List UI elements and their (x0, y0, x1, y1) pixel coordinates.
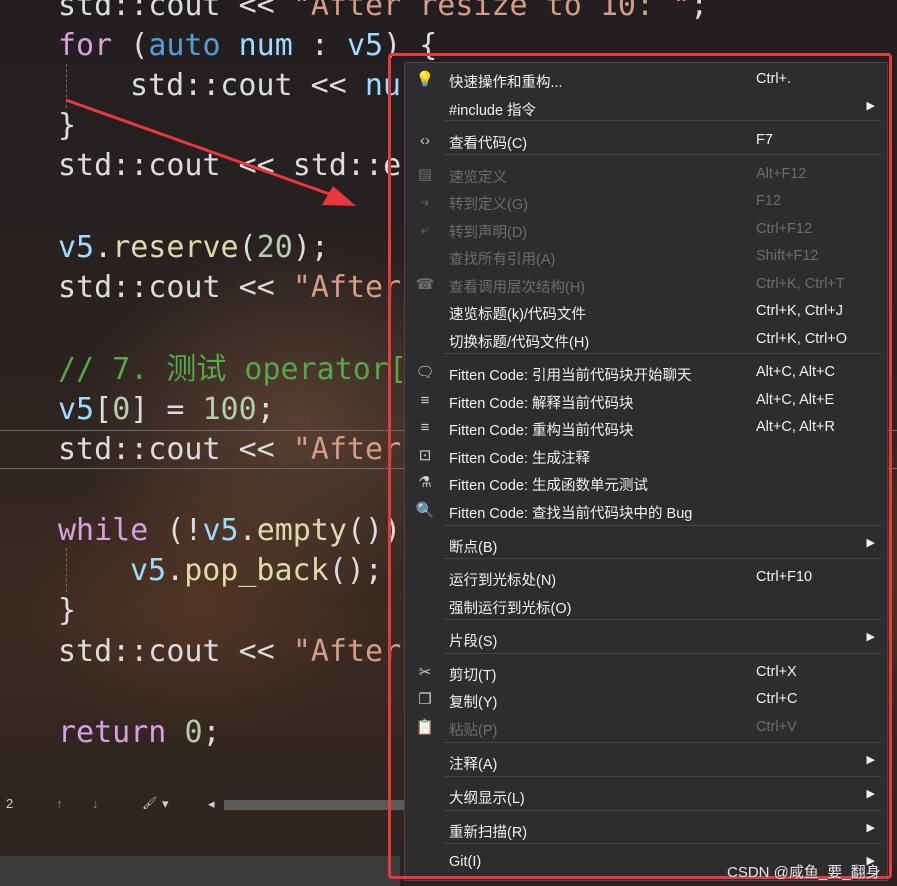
annotation-highlight-box (388, 53, 892, 879)
watermark: CSDN @咸鱼_要_翻身 (727, 864, 881, 881)
